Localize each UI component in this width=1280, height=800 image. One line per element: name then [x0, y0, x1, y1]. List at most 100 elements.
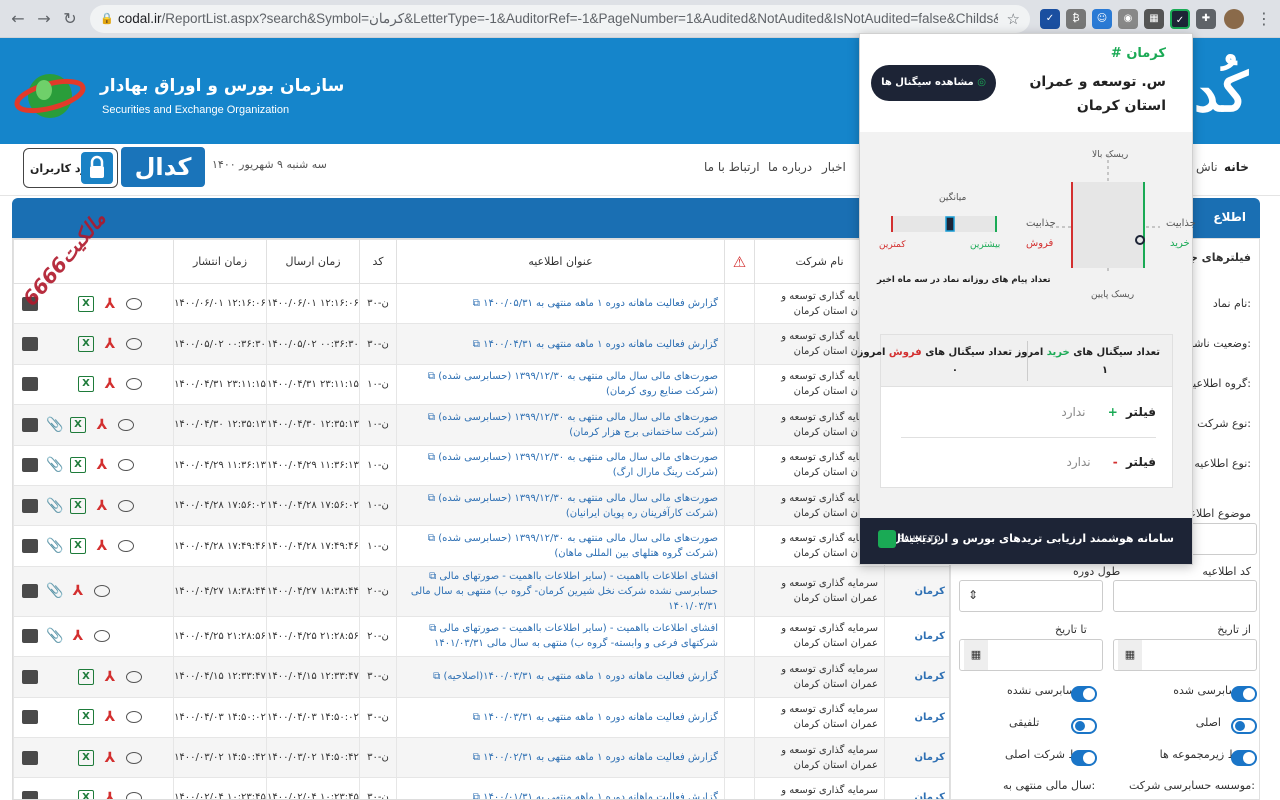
- audited-toggle[interactable]: [1231, 686, 1257, 702]
- attachment-icon[interactable]: 📎: [46, 498, 63, 514]
- pdf-icon[interactable]: ⅄: [94, 498, 110, 514]
- table-row[interactable]: X ⅄ ۱۴۰۰/۰۶/۰۱ ۱۲:۱۶:۰۶ ۱۴۰۰/۰۶/۰۱ ۱۲:۱۶:۰۶…: [13, 282, 949, 325]
- table-row[interactable]: X ⅄ ۱۴۰۰/۰۵/۰۲ ۰۰:۳۶:۳۰ ۱۴۰۰/۰۵/۰۲ ۰۰:۳۶:۳۰…: [13, 323, 949, 365]
- letter-title-link[interactable]: ⧉ گزارش فعالیت ماهانه دوره ۱ ماهه منتهی …: [396, 656, 725, 698]
- letter-title-link[interactable]: ⧉ گزارش فعالیت ماهانه دوره ۱ ماهه منتهی …: [396, 736, 725, 779]
- back-icon[interactable]: ←: [8, 9, 28, 29]
- pdf-icon[interactable]: ⅄: [102, 790, 118, 799]
- table-row[interactable]: X ⅄ ۱۴۰۰/۰۴/۳۱ ۲۳:۱۱:۱۵ ۱۴۰۰/۰۴/۳۱ ۲۳:۱۱:۱۵…: [13, 363, 949, 406]
- letter-title-link[interactable]: ⧉ صورت‌های مالی سال مالی منتهی به ۱۳۹۹/۱…: [396, 444, 725, 486]
- symbol-link[interactable]: کرمان: [884, 565, 949, 617]
- table-row[interactable]: X ⅄ ۱۴۰۰/۰۴/۱۵ ۱۲:۳۳:۴۷ ۱۴۰۰/۰۴/۱۵ ۱۲:۳۳:۴۷…: [13, 656, 949, 698]
- excel-icon[interactable]: X: [78, 749, 94, 766]
- sahmeto-extension-icon[interactable]: ✓: [1170, 9, 1190, 29]
- symbol-link[interactable]: کرمان: [884, 696, 949, 738]
- letter-title-link[interactable]: ⧉ صورت‌های مالی سال مالی منتهی به ۱۳۹۹/۱…: [396, 404, 725, 446]
- letter-title-link[interactable]: ⧉ افشای اطلاعات بااهمیت - (سایر اطلاعات …: [396, 565, 725, 617]
- view-icon[interactable]: [126, 711, 142, 724]
- pdf-icon[interactable]: ⅄: [102, 750, 118, 766]
- attachment-icon[interactable]: 📎: [46, 417, 63, 433]
- code-input[interactable]: [1113, 580, 1257, 612]
- letter-title-link[interactable]: ⧉ گزارش فعالیت ماهانه دوره ۱ ماهه منتهی …: [396, 282, 725, 325]
- excel-icon[interactable]: X: [70, 538, 86, 555]
- pdf-icon[interactable]: ⅄: [94, 538, 110, 554]
- symbol-link[interactable]: کرمان: [884, 615, 949, 658]
- nav-home[interactable]: خانه: [1224, 160, 1249, 174]
- excel-icon[interactable]: X: [70, 416, 86, 433]
- table-row[interactable]: 📎 ⅄ ۱۴۰۰/۰۴/۲۵ ۲۱:۲۸:۵۶ ۱۴۰۰/۰۴/۲۵ ۲۱:۲۸:۵۶…: [13, 615, 949, 658]
- letter-title-link[interactable]: ⧉ صورت‌های مالی سال مالی منتهی به ۱۳۹۹/۱…: [396, 363, 725, 406]
- pdf-icon[interactable]: ⅄: [94, 417, 110, 433]
- comment-icon[interactable]: [22, 337, 38, 352]
- qr-extension-icon[interactable]: ▦: [1144, 9, 1164, 29]
- popup-footer[interactable]: سامانه هوشمند ارزیابی تریدهای بورس و ارز…: [860, 518, 1192, 564]
- nav-contact[interactable]: ارتباط با ما: [704, 160, 760, 174]
- comment-icon[interactable]: [22, 710, 38, 725]
- excel-icon[interactable]: X: [78, 295, 94, 312]
- view-icon[interactable]: [126, 297, 142, 310]
- pdf-icon[interactable]: ⅄: [102, 709, 118, 725]
- bookmark-star-icon[interactable]: ☆: [1007, 10, 1020, 28]
- comment-icon[interactable]: [22, 377, 38, 392]
- excel-icon[interactable]: X: [70, 457, 86, 474]
- comment-icon[interactable]: [22, 539, 38, 554]
- comment-icon[interactable]: [22, 498, 38, 513]
- extension-icon[interactable]: ₿: [1066, 9, 1086, 29]
- reload-icon[interactable]: ↻: [60, 9, 80, 29]
- nav-news[interactable]: اخبار: [822, 160, 846, 174]
- excel-icon[interactable]: X: [78, 668, 94, 685]
- view-icon[interactable]: [126, 791, 142, 799]
- letter-title-link[interactable]: ⧉ افشای اطلاعات بااهمیت - (سایر اطلاعات …: [396, 615, 725, 658]
- nav-about[interactable]: درباره ما: [768, 160, 812, 174]
- view-icon[interactable]: [126, 378, 142, 391]
- view-icon[interactable]: [118, 459, 134, 472]
- comment-icon[interactable]: [22, 750, 38, 765]
- table-row[interactable]: X ⅄ ۱۴۰۰/۰۲/۰۴ ۱۰:۲۳:۴۵ ۱۴۰۰/۰۲/۰۴ ۱۰:۲۳:۴۵…: [13, 777, 949, 799]
- comment-icon[interactable]: [22, 584, 38, 599]
- consolidated-toggle[interactable]: [1071, 718, 1097, 734]
- pdf-icon[interactable]: ⅄: [102, 669, 118, 685]
- attachment-icon[interactable]: 📎: [46, 457, 63, 473]
- view-icon[interactable]: [94, 585, 110, 598]
- shield-extension-icon[interactable]: ✓: [1040, 9, 1060, 29]
- symbol-link[interactable]: کرمان: [884, 656, 949, 698]
- excel-icon[interactable]: X: [70, 497, 86, 514]
- view-icon[interactable]: [126, 338, 142, 351]
- comment-icon[interactable]: [22, 629, 38, 644]
- symbol-link[interactable]: کرمان: [884, 777, 949, 799]
- address-bar[interactable]: 🔒 codal.ir/ReportList.aspx?search&Symbol…: [90, 5, 1030, 33]
- profile-avatar[interactable]: [1224, 9, 1244, 29]
- view-icon[interactable]: [94, 630, 110, 643]
- camera-extension-icon[interactable]: ◉: [1118, 9, 1138, 29]
- calendar-icon[interactable]: ▦: [964, 640, 988, 670]
- table-row[interactable]: 📎 X ⅄ ۱۴۰۰/۰۴/۲۹ ۱۱:۳۶:۱۳ ۱۴۰۰/۰۴/۲۹ ۱۱:۳۶:۱…: [13, 444, 949, 486]
- view-icon[interactable]: [126, 751, 142, 764]
- table-row[interactable]: 📎 X ⅄ ۱۴۰۰/۰۴/۳۰ ۱۲:۳۵:۱۳ ۱۴۰۰/۰۴/۳۰ ۱۲:۳۵:۱…: [13, 404, 949, 446]
- from-date-input[interactable]: ▦: [1113, 639, 1257, 671]
- pdf-icon[interactable]: ⅄: [102, 376, 118, 392]
- nav-publishers[interactable]: ناش: [1196, 160, 1218, 174]
- pdf-icon[interactable]: ⅄: [102, 296, 118, 312]
- comment-icon[interactable]: [22, 669, 38, 684]
- comment-icon[interactable]: [22, 458, 38, 473]
- excel-icon[interactable]: X: [78, 789, 94, 799]
- pdf-icon[interactable]: ⅄: [70, 583, 86, 599]
- login-button[interactable]: ورود کاربران: [23, 148, 118, 188]
- sub-only-toggle[interactable]: [1231, 750, 1257, 766]
- to-date-input[interactable]: ▦: [959, 639, 1103, 671]
- not-audited-toggle[interactable]: [1071, 686, 1097, 702]
- letter-title-link[interactable]: ⧉ گزارش فعالیت ماهانه دوره ۱ ماهه منتهی …: [396, 323, 725, 365]
- pdf-icon[interactable]: ⅄: [94, 457, 110, 473]
- codal-logo[interactable]: کدال: [121, 147, 205, 187]
- calendar-icon[interactable]: ▦: [1118, 640, 1142, 670]
- letter-title-link[interactable]: ⧉ صورت‌های مالی سال مالی منتهی به ۱۳۹۹/۱…: [396, 484, 725, 527]
- attachment-icon[interactable]: 📎: [46, 538, 63, 554]
- excel-icon[interactable]: X: [78, 376, 94, 393]
- table-row[interactable]: X ⅄ ۱۴۰۰/۰۳/۰۲ ۱۴:۵۰:۴۲ ۱۴۰۰/۰۳/۰۲ ۱۴:۵۰:۴۲…: [13, 736, 949, 779]
- comment-icon[interactable]: [22, 417, 38, 432]
- pdf-icon[interactable]: ⅄: [70, 628, 86, 644]
- main-company-toggle[interactable]: [1071, 750, 1097, 766]
- letter-title-link[interactable]: ⧉ گزارش فعالیت ماهانه دوره ۱ ماهه منتهی …: [396, 777, 725, 799]
- excel-icon[interactable]: X: [78, 336, 94, 353]
- forward-icon[interactable]: →: [34, 9, 54, 29]
